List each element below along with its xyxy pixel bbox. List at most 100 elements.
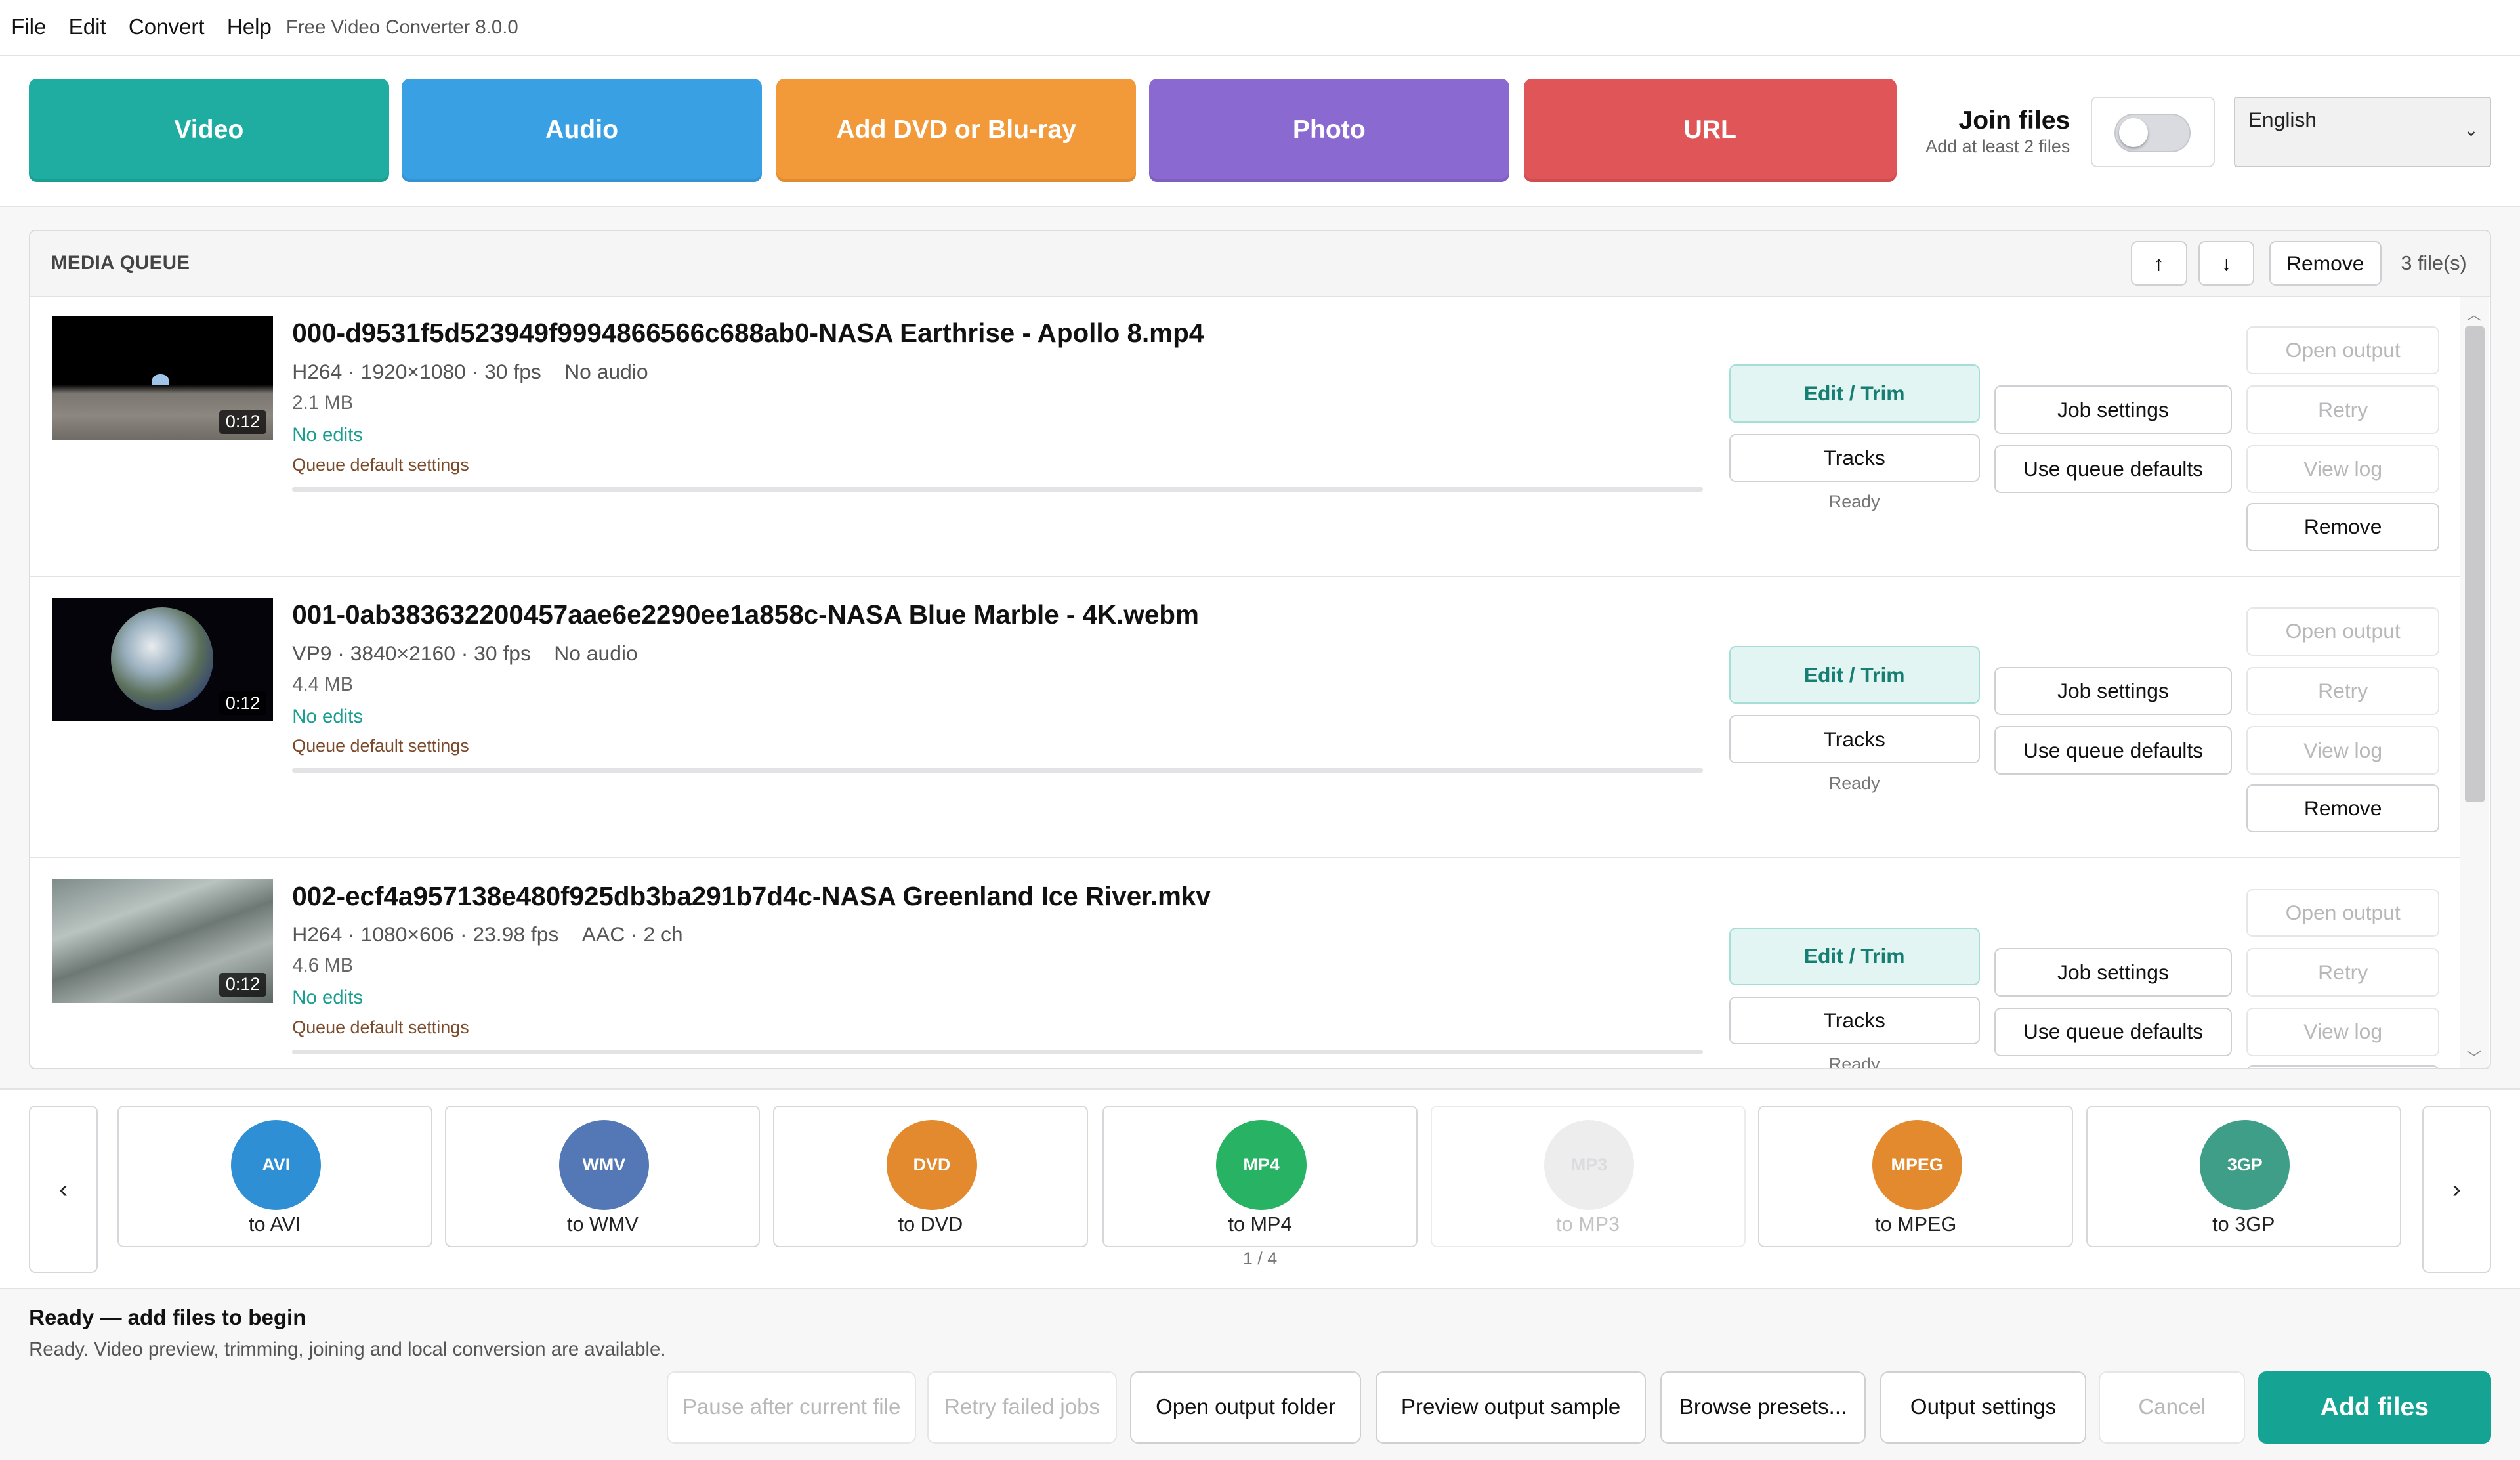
move-up-button[interactable]: ↑ xyxy=(2130,240,2187,286)
use-queue-defaults-button[interactable]: Use queue defaults xyxy=(1994,726,2233,775)
remove-button[interactable]: Remove xyxy=(2246,784,2440,833)
preview-output-button[interactable]: Preview output sample xyxy=(1376,1371,1646,1444)
open-output-button[interactable]: Open output xyxy=(2246,607,2440,656)
use-queue-defaults-button[interactable]: Use queue defaults xyxy=(1994,1008,2233,1056)
queue-remove-button[interactable]: Remove xyxy=(2269,240,2382,286)
edits-status: No edits xyxy=(292,705,364,727)
formats-pager: 1 / 4 xyxy=(1242,1249,1278,1269)
menu-convert[interactable]: Convert xyxy=(129,15,205,40)
scroll-down-icon[interactable]: ﹀ xyxy=(2467,1046,2481,1067)
menu-file[interactable]: File xyxy=(11,15,46,40)
join-files-hint: Add at least 2 files xyxy=(1925,137,2070,157)
3gp-badge-icon: 3GP xyxy=(2200,1120,2290,1211)
edit-trim-button[interactable]: Edit / Trim xyxy=(1729,646,1980,704)
queue-row[interactable]: 0:12 000-d9531f5d523949f9994866566c688ab… xyxy=(30,297,2460,577)
job-settings-button[interactable]: Job settings xyxy=(1994,385,2233,434)
earth-icon xyxy=(152,374,169,386)
view-log-button[interactable]: View log xyxy=(2246,1008,2440,1056)
edits-status: No edits xyxy=(292,424,364,446)
join-files-toggle[interactable] xyxy=(2114,114,2191,153)
format-dvd[interactable]: DVD to DVD xyxy=(772,1106,1088,1247)
move-down-button[interactable]: ↓ xyxy=(2198,240,2255,286)
video-thumbnail: 0:12 xyxy=(52,879,273,1003)
open-output-button[interactable]: Open output xyxy=(2246,326,2440,375)
row-status: Ready xyxy=(1828,773,1880,793)
edit-trim-button[interactable]: Edit / Trim xyxy=(1729,927,1980,985)
retry-button[interactable]: Retry xyxy=(2246,666,2440,716)
queue-row[interactable]: 0:12 001-0ab383632200457aae6e2290ee1a858… xyxy=(30,578,2460,859)
open-output-folder-button[interactable]: Open output folder xyxy=(1129,1371,1362,1444)
output-settings-button[interactable]: Output settings xyxy=(1880,1371,2086,1444)
file-name: 000-d9531f5d523949f9994866566c688ab0-NAS… xyxy=(292,318,1204,349)
tracks-button[interactable]: Tracks xyxy=(1729,996,1980,1045)
format-mp4[interactable]: MP4 to MP4 xyxy=(1102,1106,1418,1247)
format-label: to 3GP xyxy=(2212,1213,2275,1236)
row-status: Ready xyxy=(1828,1054,1880,1069)
edit-trim-button[interactable]: Edit / Trim xyxy=(1729,364,1980,423)
language-select[interactable]: English ⌄ xyxy=(2234,96,2491,167)
video-info: H264 · 1920×1080 · 30 fps xyxy=(292,360,541,384)
file-meta: H264 · 1080×606 · 23.98 fps AAC · 2 ch xyxy=(292,922,682,947)
tracks-button[interactable]: Tracks xyxy=(1729,433,1980,483)
audio-info: No audio xyxy=(564,360,648,384)
status-area: Ready — add files to begin Ready. Video … xyxy=(29,1306,665,1361)
format-avi[interactable]: AVI to AVI xyxy=(117,1106,432,1247)
video-thumbnail: 0:12 xyxy=(52,316,273,440)
menu-edit[interactable]: Edit xyxy=(69,15,106,40)
file-size: 2.1 MB xyxy=(292,392,354,414)
add-video-button[interactable]: Video xyxy=(29,78,389,182)
avi-badge-icon: AVI xyxy=(231,1120,322,1211)
job-settings-button[interactable]: Job settings xyxy=(1994,948,2233,997)
add-url-button[interactable]: URL xyxy=(1523,78,1897,182)
queue-title: MEDIA QUEUE xyxy=(51,252,190,274)
scroll-up-icon[interactable]: ︿ xyxy=(2467,303,2481,324)
format-label: to MP4 xyxy=(1228,1213,1292,1236)
pause-after-current-button[interactable]: Pause after current file xyxy=(667,1371,916,1444)
open-output-button[interactable]: Open output xyxy=(2246,888,2440,937)
formats-next-button[interactable]: › xyxy=(2422,1106,2491,1274)
add-photo-button[interactable]: Photo xyxy=(1149,78,1509,182)
file-size: 4.6 MB xyxy=(292,955,354,977)
browse-presets-button[interactable]: Browse presets... xyxy=(1660,1371,1866,1444)
add-audio-button[interactable]: Audio xyxy=(402,78,762,182)
duration-badge: 0:12 xyxy=(219,691,267,716)
add-files-button[interactable]: Add files xyxy=(2258,1371,2491,1444)
remove-button[interactable]: Remove xyxy=(2246,503,2440,551)
queue-scrollbar[interactable]: ︿ ﹀ xyxy=(2460,297,2490,1068)
status-detail: Ready. Video preview, trimming, joining … xyxy=(29,1338,666,1360)
format-strip: ‹ AVI to AVI WMV to WMV DVD to DVD MP4 t… xyxy=(0,1088,2520,1290)
job-settings-button[interactable]: Job settings xyxy=(1994,666,2233,716)
mpeg-badge-icon: MPEG xyxy=(1872,1120,1962,1211)
retry-failed-button[interactable]: Retry failed jobs xyxy=(927,1371,1118,1444)
retry-button[interactable]: Retry xyxy=(2246,948,2440,997)
settings-status: Queue default settings xyxy=(292,1017,469,1037)
view-log-button[interactable]: View log xyxy=(2246,726,2440,775)
join-files-label: Join files Add at least 2 files xyxy=(1922,106,2070,157)
format-mp3[interactable]: MP3 to MP3 xyxy=(1430,1106,1746,1247)
cancel-button[interactable]: Cancel xyxy=(2099,1371,2246,1444)
add-dvd-button[interactable]: Add DVD or Blu-ray xyxy=(776,78,1137,182)
file-name: 001-0ab383632200457aae6e2290ee1a858c-NAS… xyxy=(292,599,1199,630)
file-name: 002-ecf4a957138e480f925db3ba291b7d4c-NAS… xyxy=(292,880,1211,911)
formats-prev-button[interactable]: ‹ xyxy=(29,1106,98,1274)
language-value: English xyxy=(2248,107,2317,131)
scrollbar-thumb[interactable] xyxy=(2465,326,2485,802)
view-log-button[interactable]: View log xyxy=(2246,444,2440,494)
retry-button[interactable]: Retry xyxy=(2246,385,2440,434)
remove-button[interactable]: Remove xyxy=(2246,1065,2440,1068)
video-thumbnail: 0:12 xyxy=(52,597,273,722)
audio-info: No audio xyxy=(554,641,638,665)
menu-help[interactable]: Help xyxy=(227,15,272,40)
format-mpeg[interactable]: MPEG to MPEG xyxy=(1758,1106,2074,1247)
format-3gp[interactable]: 3GP to 3GP xyxy=(2086,1106,2401,1247)
format-wmv[interactable]: WMV to WMV xyxy=(445,1106,761,1247)
tracks-button[interactable]: Tracks xyxy=(1729,715,1980,763)
queue-row[interactable]: 0:12 002-ecf4a957138e480f925db3ba291b7d4… xyxy=(30,860,2460,1069)
use-queue-defaults-button[interactable]: Use queue defaults xyxy=(1994,444,2233,494)
progress-bar xyxy=(292,768,1704,773)
dvd-badge-icon: DVD xyxy=(887,1120,977,1211)
chevron-down-icon: ⌄ xyxy=(2464,120,2479,140)
settings-status: Queue default settings xyxy=(292,736,469,756)
queue-header: MEDIA QUEUE ↑ ↓ Remove 3 file(s) xyxy=(30,231,2490,297)
progress-bar xyxy=(292,486,1704,492)
